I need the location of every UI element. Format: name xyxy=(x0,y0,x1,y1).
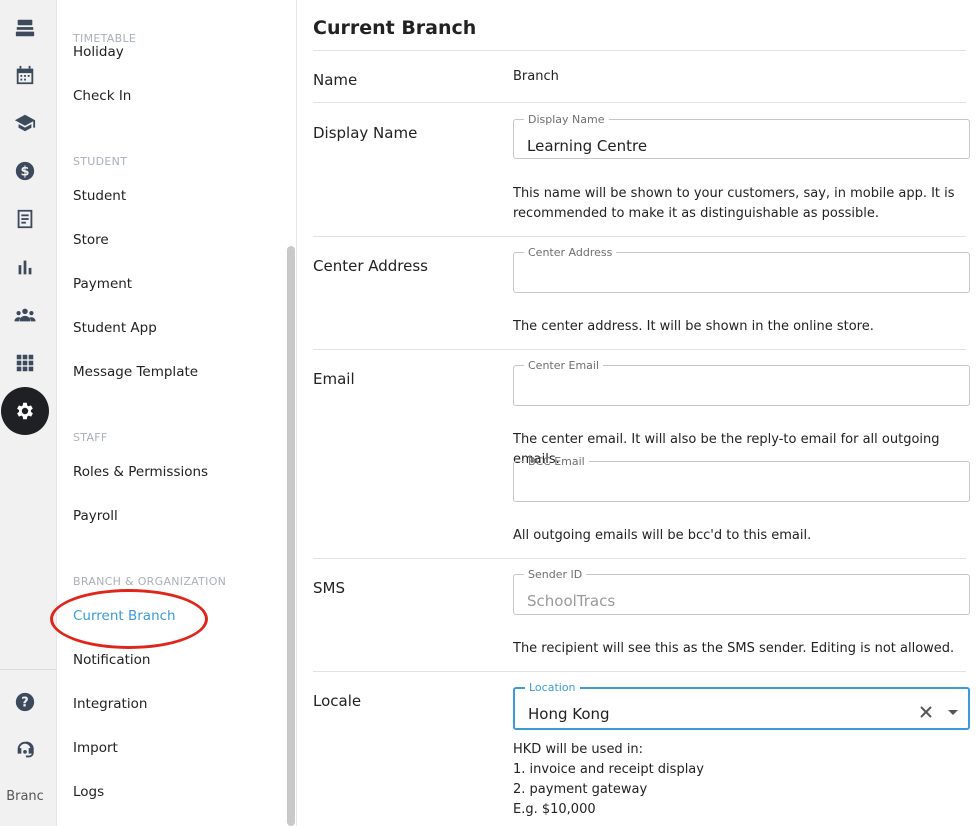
rail-divider xyxy=(0,669,57,670)
row-divider xyxy=(313,349,966,350)
locale-help: HKD will be used in: 1. invoice and rece… xyxy=(513,740,963,820)
dollar-icon[interactable]: $ xyxy=(0,151,50,191)
icon-rail: $ ? Branc xyxy=(0,0,57,826)
locale-help-line: 1. invoice and receipt display xyxy=(513,762,704,777)
location-value: Hong Kong xyxy=(528,705,610,723)
page-title: Current Branch xyxy=(313,17,477,39)
sidebar-item-student-app[interactable]: Student App xyxy=(73,320,157,336)
row-divider xyxy=(313,102,966,103)
center-address-label: Center Address xyxy=(313,257,428,275)
bcc-email-help: All outgoing emails will be bcc'd to thi… xyxy=(513,528,812,543)
display-name-label: Display Name xyxy=(313,124,418,142)
sidebar-item-notification[interactable]: Notification xyxy=(73,652,150,668)
sidebar-item-roles-permissions[interactable]: Roles & Permissions xyxy=(73,464,208,480)
sender-id-field: Sender ID SchoolTracs xyxy=(513,569,970,615)
email-label: Email xyxy=(313,370,355,388)
sidebar-item-payroll[interactable]: Payroll xyxy=(73,508,118,524)
sidebar-item-store[interactable]: Store xyxy=(73,232,109,248)
location-select[interactable]: Location Hong Kong xyxy=(513,682,970,730)
bar-chart-icon[interactable] xyxy=(0,247,50,287)
cash-register-icon[interactable] xyxy=(0,8,50,48)
apps-grid-icon[interactable] xyxy=(0,343,50,383)
settings-sidebar: TIMETABLE Holiday Check In STUDENT Stude… xyxy=(57,0,297,826)
bcc-email-field[interactable]: BCC Email xyxy=(513,456,970,502)
sidebar-item-integration[interactable]: Integration xyxy=(73,696,147,712)
sidebar-item-import[interactable]: Import xyxy=(73,740,118,756)
receipt-icon[interactable] xyxy=(0,199,50,239)
main-content: Current Branch Name Branch Display Name … xyxy=(297,0,979,826)
sidebar-item-student[interactable]: Student xyxy=(73,188,126,204)
sidebar-scrollbar[interactable] xyxy=(287,246,295,826)
center-email-field-label: Center Email xyxy=(528,359,600,372)
sidebar-item-check-in[interactable]: Check In xyxy=(73,88,131,104)
locale-help-line: E.g. $10,000 xyxy=(513,802,596,817)
people-icon[interactable] xyxy=(0,295,50,335)
chevron-down-icon[interactable] xyxy=(943,702,963,722)
clear-icon[interactable] xyxy=(915,701,937,723)
row-divider xyxy=(313,671,966,672)
sms-label: SMS xyxy=(313,579,345,597)
display-name-field[interactable]: Display Name Learning Centre xyxy=(513,114,970,159)
calendar-icon[interactable] xyxy=(0,55,50,95)
name-label: Name xyxy=(313,71,358,89)
settings-gear-icon[interactable] xyxy=(1,387,49,435)
display-name-value: Learning Centre xyxy=(527,137,648,155)
section-title-student: STUDENT xyxy=(73,155,128,168)
sender-id-value: SchoolTracs xyxy=(527,592,616,610)
sender-id-field-label: Sender ID xyxy=(528,568,583,581)
section-title-staff: STAFF xyxy=(73,431,108,444)
sidebar-item-holiday[interactable]: Holiday xyxy=(73,44,124,60)
sms-help: The recipient will see this as the SMS s… xyxy=(513,641,955,656)
display-name-field-label: Display Name xyxy=(528,113,605,126)
location-field-label: Location xyxy=(529,681,576,694)
title-divider xyxy=(313,50,966,51)
sidebar-item-message-template[interactable]: Message Template xyxy=(73,364,198,380)
bcc-email-field-label: BCC Email xyxy=(528,455,585,468)
sidebar-item-payment[interactable]: Payment xyxy=(73,276,132,292)
app-window: $ ? Branc TIMETABLE Holiday Check In STU… xyxy=(0,0,979,826)
locale-help-line: HKD will be used in: xyxy=(513,742,644,757)
graduation-cap-icon[interactable] xyxy=(0,103,50,143)
row-divider xyxy=(313,236,966,237)
row-divider xyxy=(313,558,966,559)
svg-text:?: ? xyxy=(21,696,28,711)
locale-label: Locale xyxy=(313,692,362,710)
highlight-circle xyxy=(50,589,208,649)
help-icon[interactable]: ? xyxy=(0,682,50,722)
center-address-field[interactable]: Center Address xyxy=(513,247,970,293)
sidebar-item-logs[interactable]: Logs xyxy=(73,784,104,800)
svg-text:$: $ xyxy=(21,165,30,180)
locale-help-line: 2. payment gateway xyxy=(513,782,648,797)
support-headset-icon[interactable] xyxy=(0,730,50,770)
rail-branch-label[interactable]: Branc xyxy=(0,789,50,804)
display-name-help: This name will be shown to your customer… xyxy=(513,186,955,221)
center-email-field[interactable]: Center Email xyxy=(513,360,970,406)
center-address-help: The center address. It will be shown in … xyxy=(513,319,874,334)
name-value: Branch xyxy=(513,69,559,84)
center-address-field-label: Center Address xyxy=(528,246,613,259)
section-title-branch-organization: BRANCH & ORGANIZATION xyxy=(73,575,227,588)
